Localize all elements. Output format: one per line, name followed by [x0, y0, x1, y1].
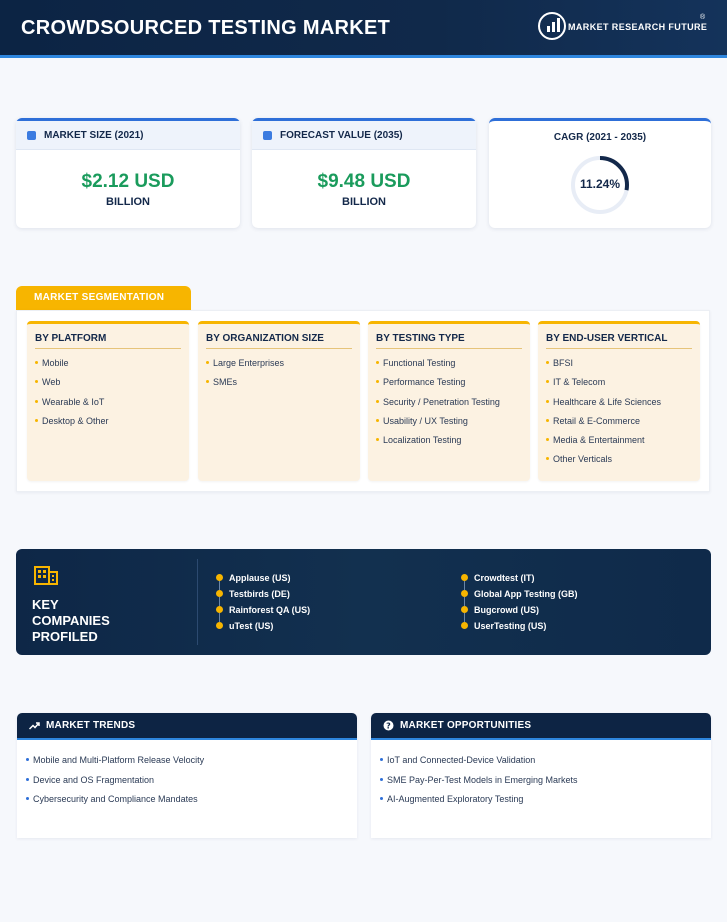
building-icon	[34, 566, 58, 585]
company-item: Applause (US)	[215, 572, 310, 590]
cagr-value: 11.24%	[579, 177, 621, 191]
segment-item: BFSI	[546, 357, 700, 376]
market-trends-card: MARKET TRENDS Mobile and Multi-Platform …	[17, 713, 357, 838]
market-opportunities-list: IoT and Connected-Device Validation SME …	[380, 754, 711, 813]
forecast-label: FORECAST VALUE (2035)	[280, 129, 403, 141]
opportunity-item: IoT and Connected-Device Validation	[380, 754, 711, 774]
trending-up-icon	[29, 722, 40, 730]
segment-list: Mobile Web Wearable & IoT Desktop & Othe…	[35, 357, 189, 434]
market-segmentation-tab[interactable]: MARKET SEGMENTATION	[16, 286, 191, 310]
cagr-label: CAGR (2021 - 2035)	[553, 132, 647, 143]
segment-item: Usability / UX Testing	[376, 415, 530, 434]
forecast-header: FORECAST VALUE (2035)	[252, 121, 476, 150]
logo-text: MARKET RESEARCH FUTURE	[568, 22, 708, 32]
company-item: UserTesting (US)	[460, 620, 578, 636]
segment-item: Localization Testing	[376, 434, 530, 453]
company-item: Bugcrowd (US)	[460, 604, 578, 622]
opportunity-item: AI-Augmented Exploratory Testing	[380, 793, 711, 813]
question-circle-icon: ?	[383, 720, 394, 731]
trend-item: Device and OS Fragmentation	[26, 774, 357, 794]
segment-item: Security / Penetration Testing	[376, 396, 530, 415]
company-item: Crowdtest (IT)	[460, 572, 578, 590]
segment-item: Web	[35, 376, 189, 395]
market-opportunities-card: ? MARKET OPPORTUNITIES IoT and Connected…	[371, 713, 711, 838]
trend-item: Mobile and Multi-Platform Release Veloci…	[26, 754, 357, 774]
svg-text:?: ?	[386, 721, 391, 730]
segment-item: Wearable & IoT	[35, 396, 189, 415]
opportunity-item: SME Pay-Per-Test Models in Emerging Mark…	[380, 774, 711, 794]
registered-mark: ®	[700, 14, 706, 21]
company-item: Rainforest QA (US)	[215, 604, 310, 622]
market-size-card: MARKET SIZE (2021) $2.12 USD BILLION	[16, 118, 240, 228]
forecast-card: FORECAST VALUE (2035) $9.48 USD BILLION	[252, 118, 476, 228]
chart-icon	[27, 130, 36, 140]
brand-logo[interactable]: MARKET RESEARCH FUTURE ®	[538, 12, 724, 42]
segment-item: Healthcare & Life Sciences	[546, 396, 700, 415]
forecast-value: $9.48 USD	[317, 171, 411, 192]
company-item: uTest (US)	[215, 620, 310, 636]
segment-list: Large Enterprises SMEs	[206, 357, 360, 396]
segment-item: SMEs	[206, 376, 360, 395]
segment-title: BY ORGANIZATION SIZE	[206, 333, 352, 349]
segment-item: Functional Testing	[376, 357, 530, 376]
market-opportunities-label: MARKET OPPORTUNITIES	[400, 720, 532, 731]
trend-item: Cybersecurity and Compliance Mandates	[26, 793, 357, 813]
segment-title: BY END-USER VERTICAL	[546, 333, 692, 349]
segment-item: Other Verticals	[546, 453, 700, 472]
company-item: Global App Testing (GB)	[460, 588, 578, 606]
divider	[197, 559, 198, 645]
page-title: CROWDSOURCED TESTING MARKET	[21, 17, 391, 39]
market-trends-label: MARKET TRENDS	[46, 720, 136, 731]
market-size-label: MARKET SIZE (2021)	[44, 129, 144, 141]
title-line: PROFILED	[32, 629, 98, 644]
company-list-left: Applause (US) Testbirds (DE) Rainforest …	[215, 572, 310, 636]
cagr-gauge: 11.24%	[569, 154, 631, 216]
segment-title: BY PLATFORM	[35, 333, 181, 349]
market-trends-list: Mobile and Multi-Platform Release Veloci…	[26, 754, 357, 813]
segment-list: Functional Testing Performance Testing S…	[376, 357, 530, 453]
market-size-header: MARKET SIZE (2021)	[16, 121, 240, 150]
market-opportunities-header: ? MARKET OPPORTUNITIES	[371, 713, 711, 740]
segment-item: Media & Entertainment	[546, 434, 700, 453]
market-trends-header: MARKET TRENDS	[17, 713, 357, 740]
segment-item: Retail & E-Commerce	[546, 415, 700, 434]
segment-item: Desktop & Other	[35, 415, 189, 434]
segment-item: IT & Telecom	[546, 376, 700, 395]
market-size-value: $2.12 USD	[81, 171, 175, 192]
company-list-right: Crowdtest (IT) Global App Testing (GB) B…	[460, 572, 578, 636]
segment-list: BFSI IT & Telecom Healthcare & Life Scie…	[546, 357, 700, 473]
title-line: KEY	[32, 597, 59, 612]
segment-column-end-user-vertical: BY END-USER VERTICAL BFSI IT & Telecom H…	[538, 321, 700, 481]
market-size-unit: BILLION	[106, 196, 150, 208]
segment-column-organization-size: BY ORGANIZATION SIZE Large Enterprises S…	[198, 321, 360, 481]
bar-chart-magnifier-icon	[538, 12, 566, 40]
page-header: CROWDSOURCED TESTING MARKET MARKET RESEA…	[0, 0, 727, 58]
segment-title: BY TESTING TYPE	[376, 333, 522, 349]
title-line: COMPANIES	[32, 613, 110, 628]
segment-item: Mobile	[35, 357, 189, 376]
key-companies-panel: KEY COMPANIES PROFILED Applause (US) Tes…	[16, 549, 711, 655]
company-item: Testbirds (DE)	[215, 588, 310, 606]
segment-item: Large Enterprises	[206, 357, 360, 376]
cagr-card: CAGR (2021 - 2035) 11.24%	[489, 118, 711, 228]
segment-column-testing-type: BY TESTING TYPE Functional Testing Perfo…	[368, 321, 530, 481]
segment-item: Performance Testing	[376, 376, 530, 395]
forecast-unit: BILLION	[342, 196, 386, 208]
chart-icon	[263, 130, 272, 140]
segment-column-platform: BY PLATFORM Mobile Web Wearable & IoT De…	[27, 321, 189, 481]
key-companies-title: KEY COMPANIES PROFILED	[32, 597, 152, 645]
